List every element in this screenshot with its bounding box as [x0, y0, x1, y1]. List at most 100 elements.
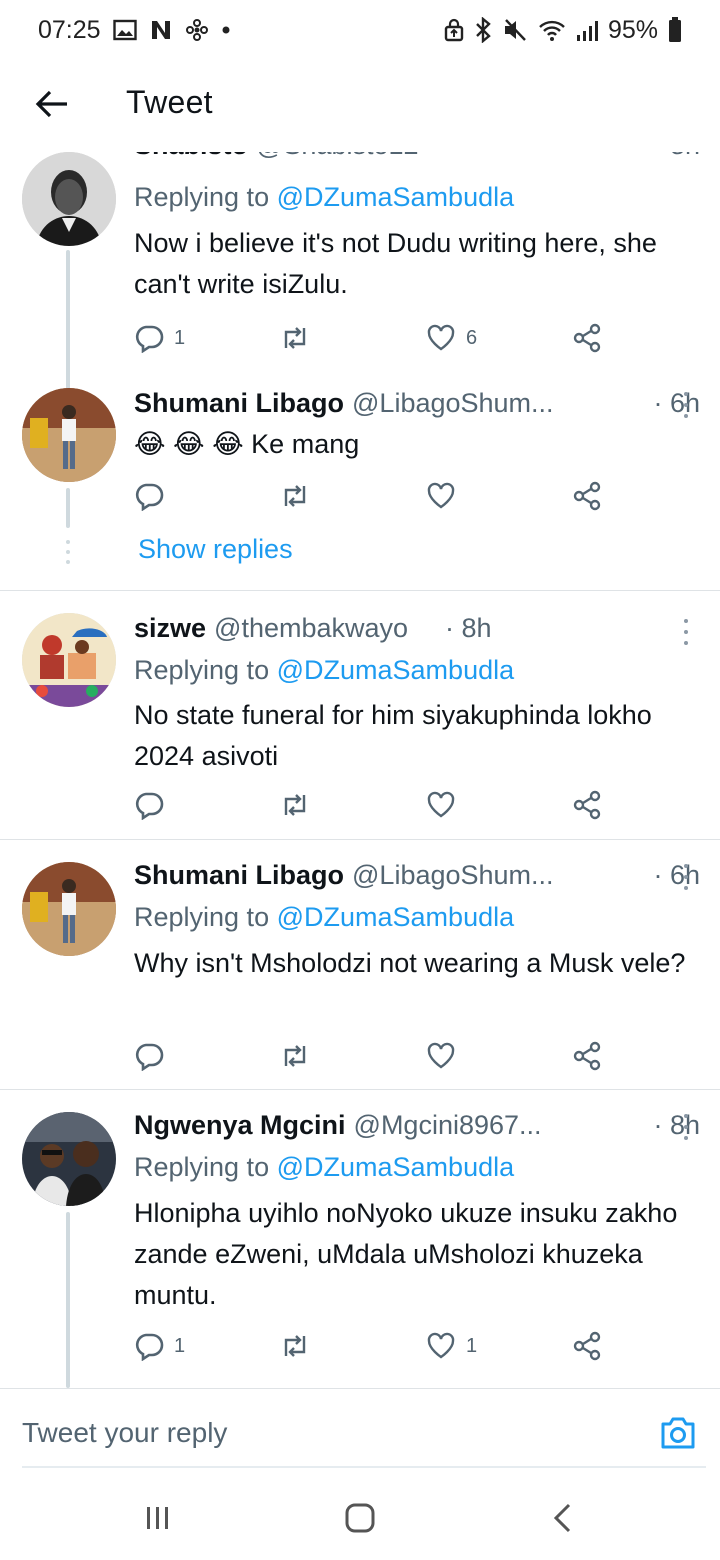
tweet-item[interactable]: Shumani Libago @LibagoShum... · 6h Reply…	[0, 840, 720, 1088]
netflix-icon	[149, 19, 173, 41]
battery-icon	[668, 17, 682, 43]
reply-button[interactable]	[134, 785, 174, 825]
show-replies-link[interactable]: Show replies	[138, 534, 293, 565]
author-name[interactable]: Shabisto	[134, 152, 248, 161]
like-button[interactable]: 1	[426, 1326, 477, 1366]
retweet-button[interactable]	[279, 1326, 321, 1366]
heart-icon	[427, 791, 455, 818]
share-button[interactable]	[572, 1036, 602, 1076]
page-title: Tweet	[126, 84, 213, 120]
author-handle[interactable]: @LibagoShum...	[352, 388, 554, 419]
back-button[interactable]	[30, 82, 74, 126]
camera-button[interactable]	[658, 1413, 698, 1453]
like-button[interactable]	[426, 476, 466, 516]
heart-icon	[427, 1042, 455, 1069]
thread-line	[66, 1212, 70, 1388]
more-options-icon[interactable]	[674, 617, 698, 647]
emoji-laughing: 😂 😂 😂	[134, 429, 244, 459]
avatar[interactable]	[22, 152, 116, 246]
share-icon	[573, 1041, 601, 1071]
replying-label: Replying to	[134, 902, 270, 932]
reply-button[interactable]	[134, 1036, 174, 1076]
reply-button[interactable]: 1	[134, 1326, 185, 1366]
reply-underline	[22, 1466, 706, 1468]
recent-apps-button[interactable]	[128, 1498, 188, 1538]
thread-dots	[66, 540, 70, 564]
reply-count: 1	[174, 1334, 186, 1357]
like-count: 6	[466, 326, 478, 349]
reply-icon	[135, 792, 164, 820]
tweet-text: Hlonipha uyihlo noNyoko ukuze insuku zak…	[134, 1198, 678, 1310]
replying-to: Replying to @DZumaSambudla	[134, 655, 514, 686]
avatar[interactable]	[22, 388, 116, 482]
avatar[interactable]	[22, 1112, 116, 1206]
tweet-time: · 8h	[643, 152, 700, 161]
mention-link[interactable]: @DZumaSambudla	[277, 902, 515, 932]
status-time: 07:25	[38, 15, 101, 44]
reply-icon	[135, 483, 164, 511]
lock-upload-icon	[444, 18, 464, 42]
author-name[interactable]: Ngwenya Mgcini	[134, 1110, 346, 1141]
mention-link[interactable]: @DZumaSambudla	[277, 1152, 515, 1182]
replying-to: Replying to @DZumaSambudla	[134, 182, 514, 213]
back-chevron-icon	[553, 1503, 571, 1533]
author-name[interactable]: Shumani Libago	[134, 388, 344, 419]
author-name[interactable]: sizwe	[134, 613, 206, 644]
author-name[interactable]: Shumani Libago	[134, 860, 344, 891]
gallery-icon	[112, 19, 137, 41]
retweet-icon	[284, 485, 306, 507]
tweet-header: Ngwenya Mgcini @Mgcini8967... · 8h	[134, 1110, 700, 1141]
author-handle[interactable]: @Mgcini8967...	[354, 1110, 542, 1141]
tweet-time: · 8h	[445, 613, 492, 643]
more-options-icon[interactable]	[674, 390, 698, 420]
tweet-reply-input[interactable]	[22, 1417, 582, 1449]
notification-dot-icon	[221, 25, 231, 35]
like-button[interactable]	[426, 1036, 466, 1076]
reply-composer	[0, 1388, 720, 1468]
tweet-actions	[134, 476, 614, 516]
tweet-item[interactable]: sizwe @thembakwayo · 8h Replying to @DZu…	[0, 591, 720, 839]
author-handle[interactable]: @Shabisto12	[256, 152, 419, 161]
tweet-text: 😂 😂 😂 Ke mang	[134, 424, 694, 465]
author-handle[interactable]: @thembakwayo	[214, 613, 408, 644]
reply-button[interactable]: 1	[134, 318, 185, 358]
reply-icon	[135, 325, 164, 353]
like-button[interactable]	[426, 785, 466, 825]
author-handle[interactable]: @LibagoShum...	[352, 860, 554, 891]
tweet-actions: 1 6	[134, 318, 614, 358]
recent-apps-icon	[147, 1507, 168, 1529]
tweet-time-row: · 8h	[445, 613, 492, 644]
retweet-button[interactable]	[279, 476, 321, 516]
heart-icon	[427, 1332, 455, 1359]
mention-link[interactable]: @DZumaSambudla	[277, 655, 515, 685]
retweet-button[interactable]	[279, 785, 321, 825]
like-count: 1	[466, 1334, 478, 1357]
share-button[interactable]	[572, 785, 602, 825]
retweet-button[interactable]	[279, 1036, 321, 1076]
back-nav-button[interactable]	[532, 1498, 592, 1538]
tweet-item[interactable]: Ngwenya Mgcini @Mgcini8967... · 8h Reply…	[0, 1090, 720, 1388]
tweet-text: No state funeral for him siyakuphinda lo…	[134, 700, 652, 771]
tweet-text: Now i believe it's not Dudu writing here…	[134, 228, 657, 299]
replying-label: Replying to	[134, 1152, 270, 1182]
mute-icon	[502, 17, 528, 43]
tweet-item[interactable]: Shabisto @Shabisto12 · 8h Replying to @D…	[0, 152, 720, 430]
avatar[interactable]	[22, 862, 116, 956]
replying-label: Replying to	[134, 655, 270, 685]
share-button[interactable]	[572, 318, 602, 358]
share-button[interactable]	[572, 1326, 602, 1366]
like-button[interactable]: 6	[426, 318, 477, 358]
more-options-icon[interactable]	[674, 1112, 698, 1142]
retweet-button[interactable]	[279, 318, 321, 358]
reply-feed[interactable]: Shabisto @Shabisto12 · 8h Replying to @D…	[0, 152, 720, 1388]
replying-to: Replying to @DZumaSambudla	[134, 902, 514, 933]
mention-link[interactable]: @DZumaSambudla	[277, 182, 515, 212]
more-options-icon[interactable]	[674, 862, 698, 892]
tweet-item[interactable]: Shumani Libago @LibagoShum... · 6h 😂 😂 😂…	[0, 376, 720, 590]
signal-icon	[576, 18, 598, 42]
share-button[interactable]	[572, 476, 602, 516]
avatar[interactable]	[22, 613, 116, 707]
replying-to: Replying to @DZumaSambudla	[134, 1152, 514, 1183]
reply-button[interactable]	[134, 476, 174, 516]
home-button[interactable]	[330, 1498, 390, 1538]
